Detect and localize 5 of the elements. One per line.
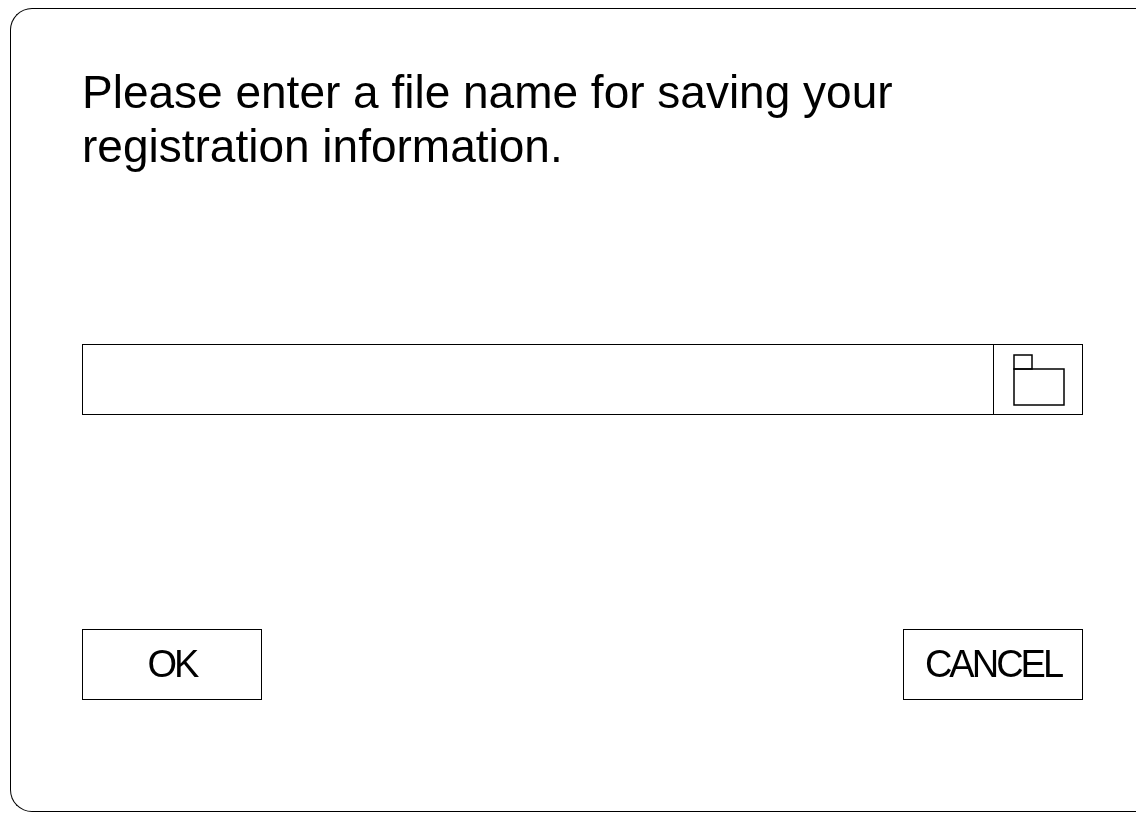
prompt-text: Please enter a file name for saving your registration information. xyxy=(82,65,894,174)
folder-icon xyxy=(1010,351,1066,408)
file-name-field[interactable] xyxy=(82,343,1083,415)
cancel-button[interactable]: CANCEL xyxy=(903,628,1083,700)
ok-button[interactable]: OK xyxy=(82,628,262,700)
